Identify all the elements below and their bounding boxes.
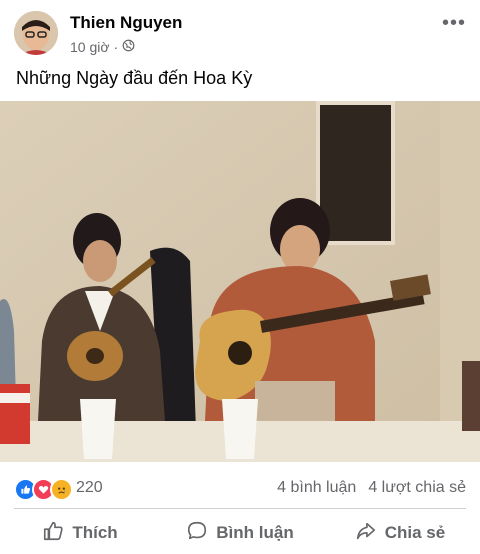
avatar[interactable] xyxy=(14,11,58,55)
sad-icon xyxy=(50,478,73,501)
reaction-count[interactable]: 220 xyxy=(76,479,103,497)
post-photo[interactable] xyxy=(0,101,480,462)
post-time[interactable]: 10 giờ xyxy=(70,39,110,55)
divider xyxy=(14,508,466,509)
post-meta: 10 giờ · xyxy=(70,39,135,55)
comment-count[interactable]: 4 bình luận xyxy=(277,479,356,497)
reactions-bar: 220 4 bình luận 4 lượt chia sẻ xyxy=(0,472,480,502)
comment-label: Bình luận xyxy=(216,523,294,542)
share-label: Chia sẻ xyxy=(384,523,446,542)
thumbs-up-icon xyxy=(42,520,64,547)
share-button[interactable]: Chia sẻ xyxy=(320,512,480,554)
author-name[interactable]: Thien Nguyen xyxy=(70,13,182,33)
more-options-icon[interactable]: ••• xyxy=(442,12,466,35)
comment-button[interactable]: Bình luận xyxy=(160,512,320,554)
post-header: Thien Nguyen 10 giờ · ••• xyxy=(0,0,480,60)
like-button[interactable]: Thích xyxy=(0,512,160,554)
meta-separator: · xyxy=(113,39,119,55)
reaction-icons[interactable] xyxy=(14,478,73,501)
share-count[interactable]: 4 lượt chia sẻ xyxy=(368,479,466,497)
share-icon xyxy=(355,520,377,547)
comment-icon xyxy=(186,520,208,547)
globe-icon xyxy=(122,39,135,55)
post-text: Những Ngày đầu đến Hoa Kỳ xyxy=(16,68,253,88)
post-stats: 4 bình luận 4 lượt chia sẻ xyxy=(277,479,466,497)
like-label: Thích xyxy=(72,523,118,542)
action-bar: Thích Bình luận Chia sẻ xyxy=(0,512,480,554)
